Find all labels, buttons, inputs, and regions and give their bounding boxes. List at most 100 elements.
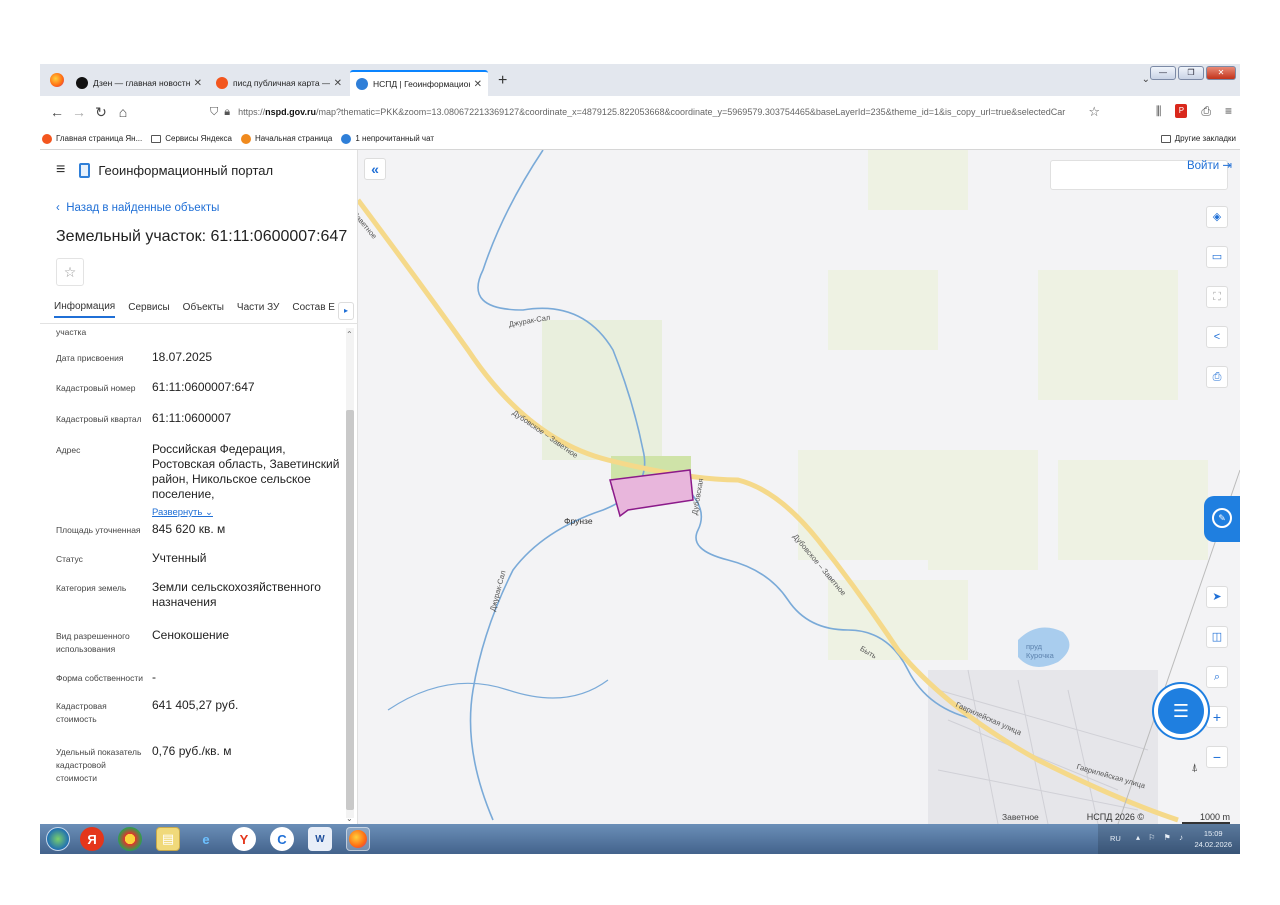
new-tab-button[interactable]: + [498,72,507,90]
list-all-tabs-icon[interactable]: ⌄ [1142,74,1150,85]
login-button[interactable]: Войти ⇥ [1187,158,1232,172]
firefox-logo-icon[interactable] [50,73,64,87]
tab-information[interactable]: Информация [54,301,116,318]
page-content: ≡ Геоинформационный портал ‹ Назад в най… [40,150,1240,824]
bookmark-unread-chat[interactable]: 1 непрочитанный чат [341,133,434,144]
back-arrow-icon[interactable]: ← [46,104,68,120]
expand-address-link[interactable]: Развернуть ⌄ [152,505,342,520]
tab-objects[interactable]: Объекты [183,302,224,317]
property-label: Вид разрешенного использования [56,631,130,654]
scroll-down-icon[interactable]: ⌄ [346,814,353,823]
minimap-icon[interactable]: ◫ [1206,626,1228,648]
property-value: 61:11:0600007:647 [152,380,255,394]
library-icon[interactable]: ⫼ [1156,104,1162,119]
collapse-sidebar-button[interactable]: « [364,158,386,180]
file-explorer-icon[interactable]: ▤ [156,827,180,851]
map-view[interactable]: Заветное Дубовское – Заветное Дубовское … [358,150,1240,824]
property-list: участка Дата присвоения 18.07.2025 Кадас… [40,326,344,824]
url-field[interactable]: ⛉ 🔒︎ https://nspd.gov.ru/map?thematic=PK… [210,100,1100,124]
village-label: Фрунзе [564,516,593,526]
property-label: Статус [56,554,83,564]
bookmarks-bar: Главная страница Ян... Сервисы Яндекса Н… [40,128,1240,150]
url-text: https://nspd.gov.ru/map?thematic=PKK&zoo… [238,107,1066,117]
ccleaner-icon[interactable]: C [270,827,294,851]
tab-services[interactable]: Сервисы [128,302,169,317]
tray-icons[interactable]: ▴ ⚐ ⚑ ♪ [1136,833,1186,842]
print-icon[interactable]: ⎙ [1206,366,1228,388]
map-canvas[interactable] [358,150,1240,824]
menu-icon[interactable]: ≡ [1225,104,1232,119]
favorite-star-icon[interactable]: ☆ [56,258,84,286]
scrollbar-thumb[interactable] [346,410,354,810]
windows-taskbar: Я ▤ e Y C W RU ▴ ⚐ ⚑ ♪ 15:09 24.02.2026 [40,824,1240,854]
clock[interactable]: 15:09 24.02.2026 [1194,828,1232,850]
lock-icon[interactable]: 🔒︎ [224,106,230,119]
back-link-label: Назад в найденные объекты [66,202,220,214]
yandex-icon[interactable]: Y [232,827,256,851]
tracking-shield-icon[interactable]: ⛉ [210,106,218,119]
nspd-icon [356,78,368,90]
property-value: Земли сельскохозяйственного назначения [152,580,321,609]
tab-nspd[interactable]: НСПД | Геоинформационный ✕ [350,70,488,96]
select-area-icon[interactable]: ⛶ [1206,286,1228,308]
firefox-icon [240,133,251,144]
side-panel-toggle[interactable]: ✎ [1204,496,1240,542]
close-window-button[interactable]: ✕ [1206,66,1236,80]
yandex-browser-icon[interactable]: Я [80,827,104,851]
tab-yandex-search[interactable]: писд публичная карта — Яндекс ✕ [210,70,348,96]
close-tab-icon[interactable]: ✕ [334,78,342,89]
portal-logo-icon[interactable] [79,162,91,178]
property-label: Кадастровый номер [56,383,136,393]
zoom-in-button[interactable]: + [1206,706,1228,728]
forward-arrow-icon[interactable]: → [68,104,90,120]
start-button[interactable] [46,827,70,851]
share-icon[interactable]: < [1206,326,1228,348]
field-area [798,450,928,560]
layers-icon[interactable]: ◈ [1206,206,1228,228]
pdf-extension-icon[interactable]: P [1175,104,1188,118]
bookmark-start-page[interactable]: Начальная страница [240,133,333,144]
back-to-results-link[interactable]: ‹ Назад в найденные объекты [56,202,219,214]
close-tab-icon[interactable]: ✕ [474,79,482,90]
account-icon[interactable]: ⎙ [1201,104,1211,119]
bookmark-star-icon[interactable]: ☆ [1088,104,1100,120]
property-value: 641 405,27 руб. [152,698,239,712]
portal-title[interactable]: Геоинформационный портал [98,163,273,178]
language-indicator[interactable]: RU [1110,834,1121,843]
other-bookmarks[interactable]: Другие закладки [1160,134,1236,143]
bookmark-label: Начальная страница [254,134,333,143]
tabs-scroll-right-button[interactable]: ▸ [338,302,354,320]
edit-document-icon: ✎ [1212,508,1232,528]
bookmark-yandex-services[interactable]: Сервисы Яндекса [151,134,232,143]
page-title: Земельный участок: 61:11:0600007:647 [56,228,348,245]
close-tab-icon[interactable]: ✕ [194,78,202,89]
field-area [1058,460,1208,560]
tab-dzen[interactable]: Дзен — главная новостная и ✕ [70,70,208,96]
reload-icon[interactable]: ↻ [90,104,112,121]
hamburger-menu-icon[interactable]: ≡ [56,161,65,179]
search-place-icon[interactable]: ⌕ [1206,666,1228,688]
property-label: Форма собственности [56,673,143,683]
navigation-bar: ← → ↻ ⌂ ⛉ 🔒︎ https://nspd.gov.ru/map?the… [40,96,1240,128]
compass-icon[interactable]: ⍋ [1191,762,1198,775]
screen: Дзен — главная новостная и ✕ писд публич… [40,64,1240,854]
zoom-out-button[interactable]: − [1206,746,1228,768]
internet-explorer-icon[interactable]: e [194,827,218,851]
maximize-button[interactable]: ❐ [1178,66,1204,80]
locate-me-icon[interactable]: ➤ [1206,586,1228,608]
minimize-button[interactable]: — [1150,66,1176,80]
ruler-icon[interactable]: ▭ [1206,246,1228,268]
tab-composition[interactable]: Состав Е [292,302,335,317]
property-label: Кадастровый квартал [56,414,142,424]
tab-parts[interactable]: Части ЗУ [237,302,279,317]
chat-support-button[interactable]: ☰ [1158,688,1204,734]
chrome-icon[interactable] [118,827,142,851]
home-icon[interactable]: ⌂ [112,104,134,120]
field-area [868,150,968,210]
word-icon[interactable]: W [308,827,332,851]
bookmark-yandex-home[interactable]: Главная страница Ян... [42,133,142,144]
property-label: Адрес [56,445,81,455]
scroll-up-icon[interactable]: ⌃ [346,330,353,339]
firefox-taskbar-icon[interactable] [346,827,370,851]
pond-label: пруд Курочка [1026,642,1054,660]
